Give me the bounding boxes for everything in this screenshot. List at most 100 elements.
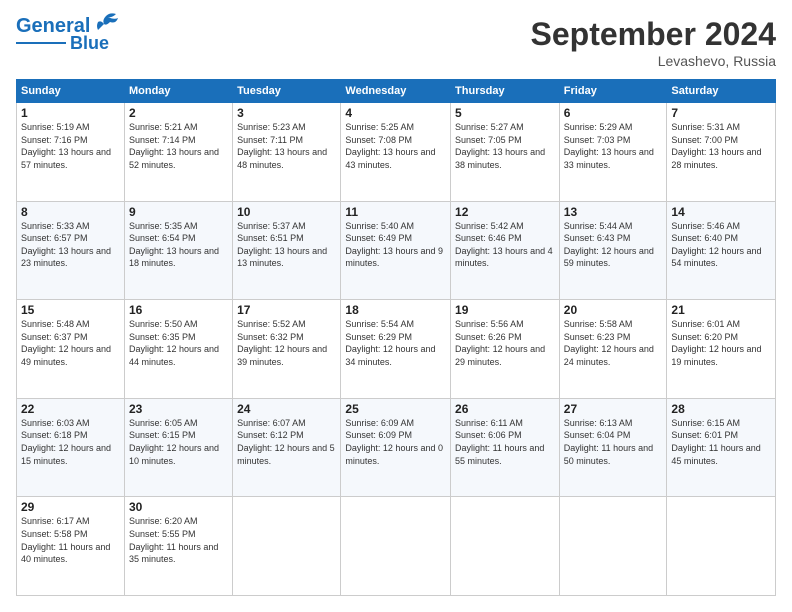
calendar-cell bbox=[451, 497, 560, 596]
day-number: 30 bbox=[129, 500, 228, 514]
weekday-row: SundayMondayTuesdayWednesdayThursdayFrid… bbox=[17, 80, 776, 103]
day-info: Sunrise: 6:05 AM Sunset: 6:15 PM Dayligh… bbox=[129, 417, 228, 467]
calendar-cell bbox=[559, 497, 667, 596]
calendar-week-2: 8 Sunrise: 5:33 AM Sunset: 6:57 PM Dayli… bbox=[17, 201, 776, 300]
day-number: 2 bbox=[129, 106, 228, 120]
calendar-cell: 17 Sunrise: 5:52 AM Sunset: 6:32 PM Dayl… bbox=[233, 300, 341, 399]
day-info: Sunrise: 6:09 AM Sunset: 6:09 PM Dayligh… bbox=[345, 417, 446, 467]
day-number: 14 bbox=[671, 205, 771, 219]
location: Levashevo, Russia bbox=[531, 53, 776, 69]
day-info: Sunrise: 5:37 AM Sunset: 6:51 PM Dayligh… bbox=[237, 220, 336, 270]
calendar-cell: 20 Sunrise: 5:58 AM Sunset: 6:23 PM Dayl… bbox=[559, 300, 667, 399]
day-number: 20 bbox=[564, 303, 663, 317]
day-info: Sunrise: 5:21 AM Sunset: 7:14 PM Dayligh… bbox=[129, 121, 228, 171]
calendar-cell: 2 Sunrise: 5:21 AM Sunset: 7:14 PM Dayli… bbox=[124, 103, 232, 202]
calendar-cell: 27 Sunrise: 6:13 AM Sunset: 6:04 PM Dayl… bbox=[559, 398, 667, 497]
calendar-cell: 7 Sunrise: 5:31 AM Sunset: 7:00 PM Dayli… bbox=[667, 103, 776, 202]
day-number: 11 bbox=[345, 205, 446, 219]
calendar-cell: 23 Sunrise: 6:05 AM Sunset: 6:15 PM Dayl… bbox=[124, 398, 232, 497]
calendar-cell: 14 Sunrise: 5:46 AM Sunset: 6:40 PM Dayl… bbox=[667, 201, 776, 300]
month-title: September 2024 bbox=[531, 16, 776, 53]
calendar-cell: 25 Sunrise: 6:09 AM Sunset: 6:09 PM Dayl… bbox=[341, 398, 451, 497]
calendar-cell bbox=[233, 497, 341, 596]
day-info: Sunrise: 6:03 AM Sunset: 6:18 PM Dayligh… bbox=[21, 417, 120, 467]
day-info: Sunrise: 5:48 AM Sunset: 6:37 PM Dayligh… bbox=[21, 318, 120, 368]
calendar-cell: 10 Sunrise: 5:37 AM Sunset: 6:51 PM Dayl… bbox=[233, 201, 341, 300]
calendar-cell: 15 Sunrise: 5:48 AM Sunset: 6:37 PM Dayl… bbox=[17, 300, 125, 399]
calendar-cell: 6 Sunrise: 5:29 AM Sunset: 7:03 PM Dayli… bbox=[559, 103, 667, 202]
day-info: Sunrise: 5:31 AM Sunset: 7:00 PM Dayligh… bbox=[671, 121, 771, 171]
calendar-body: 1 Sunrise: 5:19 AM Sunset: 7:16 PM Dayli… bbox=[17, 103, 776, 596]
calendar-cell: 22 Sunrise: 6:03 AM Sunset: 6:18 PM Dayl… bbox=[17, 398, 125, 497]
day-info: Sunrise: 6:07 AM Sunset: 6:12 PM Dayligh… bbox=[237, 417, 336, 467]
weekday-header-wednesday: Wednesday bbox=[341, 80, 451, 103]
calendar-cell: 29 Sunrise: 6:17 AM Sunset: 5:58 PM Dayl… bbox=[17, 497, 125, 596]
day-number: 26 bbox=[455, 402, 555, 416]
day-number: 24 bbox=[237, 402, 336, 416]
weekday-header-tuesday: Tuesday bbox=[233, 80, 341, 103]
day-number: 10 bbox=[237, 205, 336, 219]
day-info: Sunrise: 5:35 AM Sunset: 6:54 PM Dayligh… bbox=[129, 220, 228, 270]
calendar-cell: 3 Sunrise: 5:23 AM Sunset: 7:11 PM Dayli… bbox=[233, 103, 341, 202]
calendar-cell: 24 Sunrise: 6:07 AM Sunset: 6:12 PM Dayl… bbox=[233, 398, 341, 497]
day-number: 27 bbox=[564, 402, 663, 416]
day-info: Sunrise: 6:01 AM Sunset: 6:20 PM Dayligh… bbox=[671, 318, 771, 368]
calendar-cell: 9 Sunrise: 5:35 AM Sunset: 6:54 PM Dayli… bbox=[124, 201, 232, 300]
day-info: Sunrise: 6:11 AM Sunset: 6:06 PM Dayligh… bbox=[455, 417, 555, 467]
title-block: September 2024 Levashevo, Russia bbox=[531, 16, 776, 69]
day-info: Sunrise: 5:50 AM Sunset: 6:35 PM Dayligh… bbox=[129, 318, 228, 368]
day-info: Sunrise: 5:54 AM Sunset: 6:29 PM Dayligh… bbox=[345, 318, 446, 368]
calendar-cell: 30 Sunrise: 6:20 AM Sunset: 5:55 PM Dayl… bbox=[124, 497, 232, 596]
day-number: 8 bbox=[21, 205, 120, 219]
day-info: Sunrise: 5:52 AM Sunset: 6:32 PM Dayligh… bbox=[237, 318, 336, 368]
day-info: Sunrise: 6:13 AM Sunset: 6:04 PM Dayligh… bbox=[564, 417, 663, 467]
calendar-cell: 5 Sunrise: 5:27 AM Sunset: 7:05 PM Dayli… bbox=[451, 103, 560, 202]
calendar-cell: 1 Sunrise: 5:19 AM Sunset: 7:16 PM Dayli… bbox=[17, 103, 125, 202]
calendar-cell: 8 Sunrise: 5:33 AM Sunset: 6:57 PM Dayli… bbox=[17, 201, 125, 300]
logo: General Blue bbox=[16, 16, 120, 52]
day-info: Sunrise: 5:44 AM Sunset: 6:43 PM Dayligh… bbox=[564, 220, 663, 270]
day-number: 23 bbox=[129, 402, 228, 416]
calendar-cell: 4 Sunrise: 5:25 AM Sunset: 7:08 PM Dayli… bbox=[341, 103, 451, 202]
day-info: Sunrise: 5:23 AM Sunset: 7:11 PM Dayligh… bbox=[237, 121, 336, 171]
day-number: 19 bbox=[455, 303, 555, 317]
day-number: 6 bbox=[564, 106, 663, 120]
day-number: 4 bbox=[345, 106, 446, 120]
day-info: Sunrise: 6:20 AM Sunset: 5:55 PM Dayligh… bbox=[129, 515, 228, 565]
calendar-week-1: 1 Sunrise: 5:19 AM Sunset: 7:16 PM Dayli… bbox=[17, 103, 776, 202]
day-info: Sunrise: 5:58 AM Sunset: 6:23 PM Dayligh… bbox=[564, 318, 663, 368]
day-number: 7 bbox=[671, 106, 771, 120]
day-info: Sunrise: 6:17 AM Sunset: 5:58 PM Dayligh… bbox=[21, 515, 120, 565]
day-number: 16 bbox=[129, 303, 228, 317]
calendar-week-3: 15 Sunrise: 5:48 AM Sunset: 6:37 PM Dayl… bbox=[17, 300, 776, 399]
day-info: Sunrise: 5:27 AM Sunset: 7:05 PM Dayligh… bbox=[455, 121, 555, 171]
day-number: 3 bbox=[237, 106, 336, 120]
day-number: 18 bbox=[345, 303, 446, 317]
day-number: 13 bbox=[564, 205, 663, 219]
day-number: 21 bbox=[671, 303, 771, 317]
calendar-cell: 13 Sunrise: 5:44 AM Sunset: 6:43 PM Dayl… bbox=[559, 201, 667, 300]
day-number: 5 bbox=[455, 106, 555, 120]
weekday-header-thursday: Thursday bbox=[451, 80, 560, 103]
day-info: Sunrise: 5:46 AM Sunset: 6:40 PM Dayligh… bbox=[671, 220, 771, 270]
calendar-header: SundayMondayTuesdayWednesdayThursdayFrid… bbox=[17, 80, 776, 103]
day-number: 1 bbox=[21, 106, 120, 120]
calendar: SundayMondayTuesdayWednesdayThursdayFrid… bbox=[16, 79, 776, 596]
day-info: Sunrise: 5:56 AM Sunset: 6:26 PM Dayligh… bbox=[455, 318, 555, 368]
day-info: Sunrise: 5:42 AM Sunset: 6:46 PM Dayligh… bbox=[455, 220, 555, 270]
day-info: Sunrise: 6:15 AM Sunset: 6:01 PM Dayligh… bbox=[671, 417, 771, 467]
calendar-cell: 28 Sunrise: 6:15 AM Sunset: 6:01 PM Dayl… bbox=[667, 398, 776, 497]
calendar-cell: 12 Sunrise: 5:42 AM Sunset: 6:46 PM Dayl… bbox=[451, 201, 560, 300]
calendar-cell bbox=[667, 497, 776, 596]
day-number: 15 bbox=[21, 303, 120, 317]
day-info: Sunrise: 5:19 AM Sunset: 7:16 PM Dayligh… bbox=[21, 121, 120, 171]
calendar-week-5: 29 Sunrise: 6:17 AM Sunset: 5:58 PM Dayl… bbox=[17, 497, 776, 596]
day-number: 9 bbox=[129, 205, 228, 219]
day-info: Sunrise: 5:29 AM Sunset: 7:03 PM Dayligh… bbox=[564, 121, 663, 171]
day-number: 12 bbox=[455, 205, 555, 219]
calendar-cell: 16 Sunrise: 5:50 AM Sunset: 6:35 PM Dayl… bbox=[124, 300, 232, 399]
calendar-cell: 26 Sunrise: 6:11 AM Sunset: 6:06 PM Dayl… bbox=[451, 398, 560, 497]
weekday-header-monday: Monday bbox=[124, 80, 232, 103]
day-number: 25 bbox=[345, 402, 446, 416]
header: General Blue September 2024 Levashevo, R… bbox=[16, 16, 776, 69]
